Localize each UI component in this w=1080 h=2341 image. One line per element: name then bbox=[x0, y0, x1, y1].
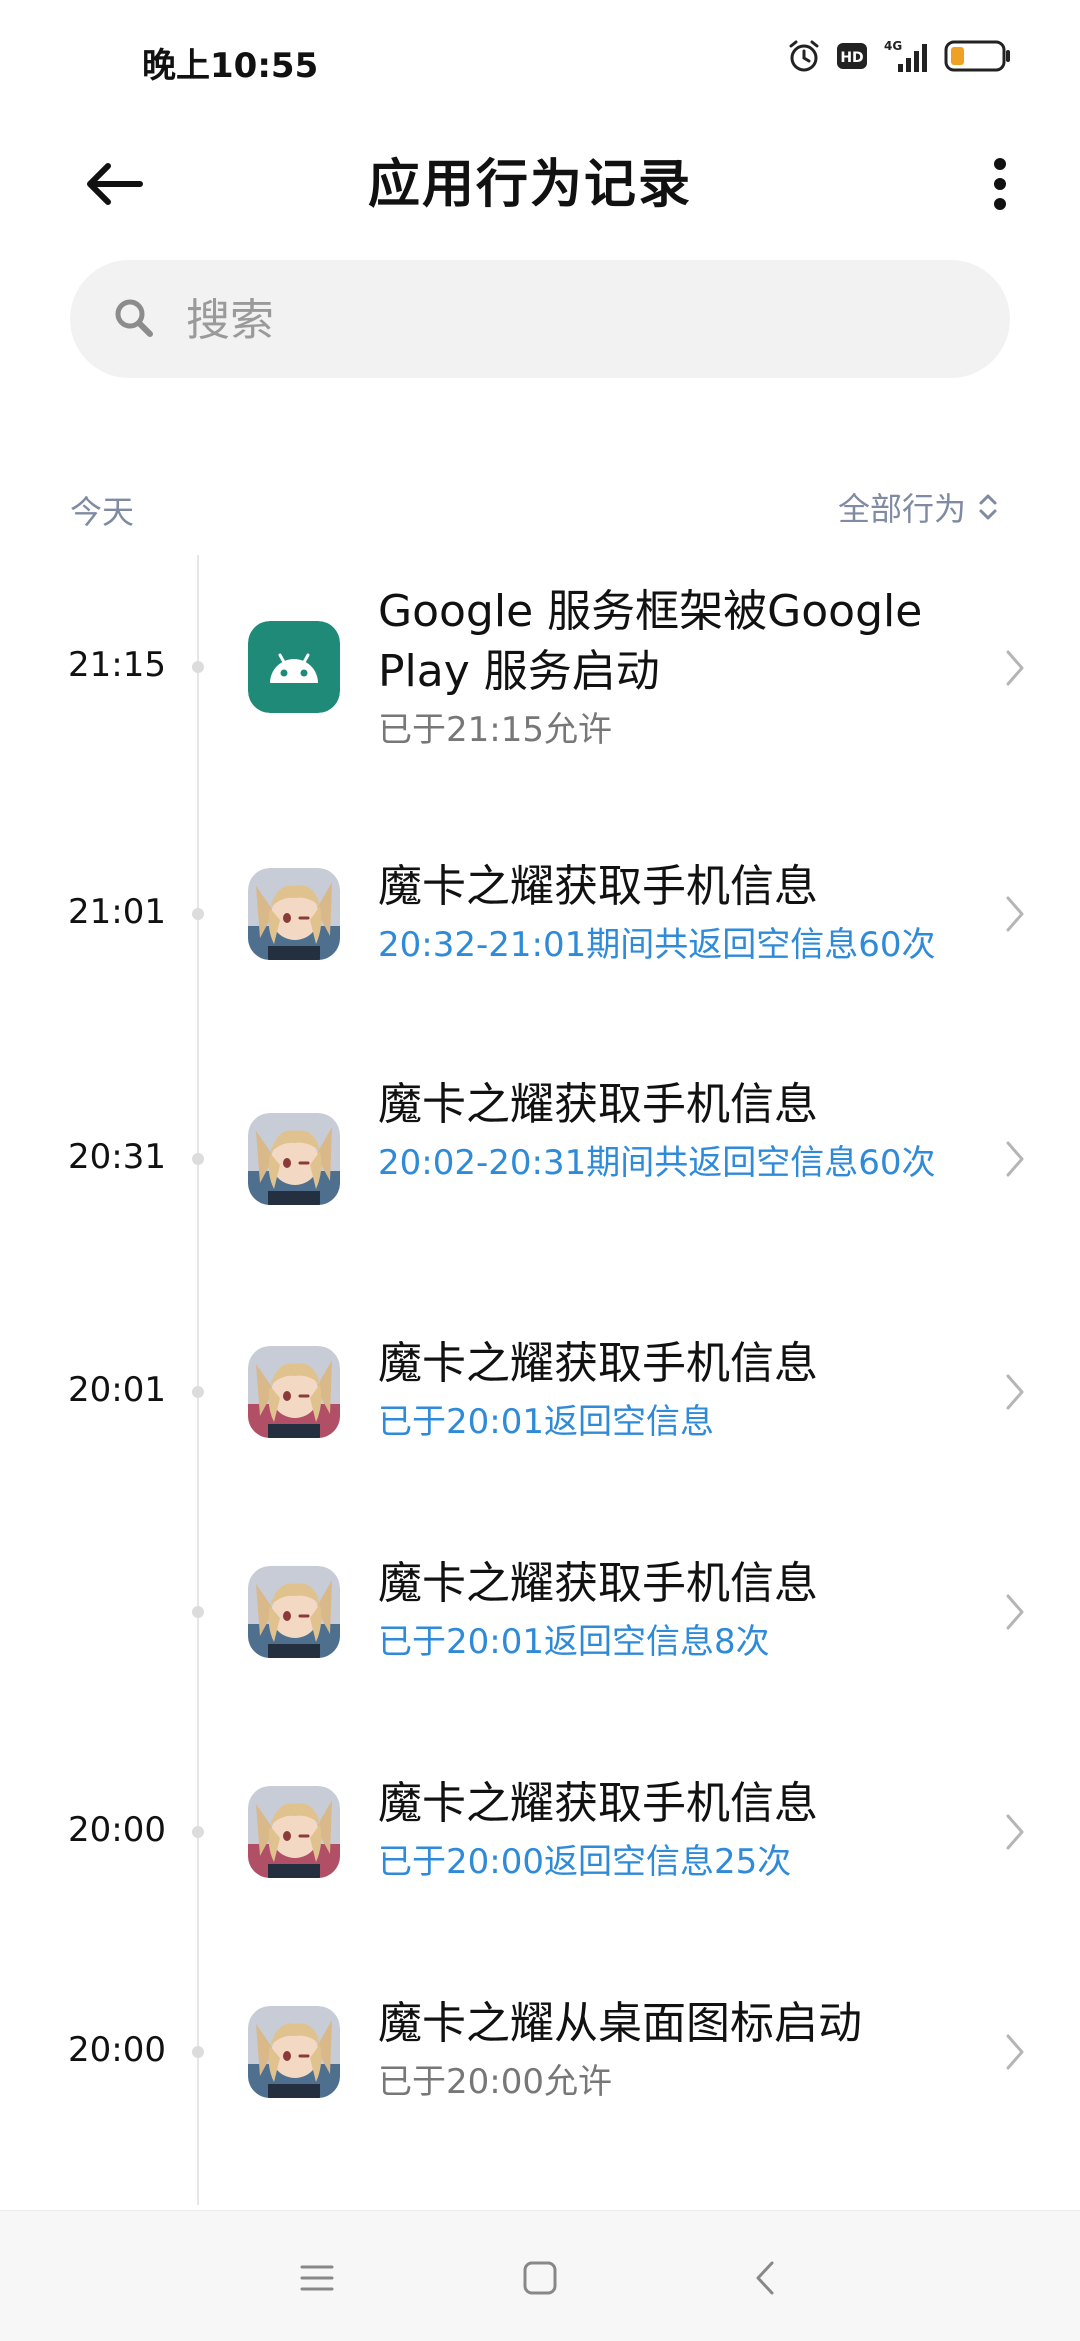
filter-label: 全部行为 bbox=[837, 490, 966, 528]
entry-time: 20:00 bbox=[68, 1810, 166, 1850]
search-input[interactable] bbox=[184, 280, 948, 360]
alarm-icon bbox=[786, 38, 822, 78]
entry-subtitle: 已于20:00返回空信息25次 bbox=[378, 1842, 792, 1882]
entry-title: 魔卡之耀获取手机信息 bbox=[378, 1338, 818, 1389]
chevron-right-icon bbox=[1000, 2030, 1030, 2074]
entry-title: 魔卡之耀获取手机信息 bbox=[378, 1558, 818, 1609]
list-item[interactable]: 20:00 魔卡之耀获取手机信息 已于20:00返回空信息25次 bbox=[0, 1778, 1080, 1910]
home-icon[interactable] bbox=[515, 2253, 565, 2303]
anime-app-icon bbox=[248, 1113, 340, 1205]
timeline-dot bbox=[192, 1826, 204, 1838]
chevron-right-icon bbox=[1000, 892, 1030, 936]
list-item[interactable]: 魔卡之耀获取手机信息 已于20:01返回空信息8次 bbox=[0, 1558, 1080, 1690]
entry-time: 20:01 bbox=[68, 1370, 166, 1410]
entry-subtitle: 已于20:01返回空信息8次 bbox=[378, 1622, 770, 1662]
timeline-dot bbox=[192, 1386, 204, 1398]
entry-text: 魔卡之耀获取手机信息 已于20:01返回空信息 bbox=[378, 1334, 988, 1448]
search-icon bbox=[106, 290, 162, 346]
entry-text: 魔卡之耀获取手机信息 20:02-20:31期间共返回空信息60次 bbox=[378, 1075, 988, 1189]
entry-title: 魔卡之耀获取手机信息 bbox=[378, 1079, 818, 1130]
entry-time: 21:15 bbox=[68, 645, 166, 685]
timeline-dot bbox=[192, 1153, 204, 1165]
timeline-dot bbox=[192, 661, 204, 673]
list-item[interactable]: 20:00 魔卡之耀从桌面图标启动 已于20:00允许 bbox=[0, 1998, 1080, 2130]
more-vertical-icon bbox=[994, 158, 1006, 210]
entry-subtitle: 20:02-20:31期间共返回空信息60次 bbox=[378, 1143, 936, 1183]
entry-title: 魔卡之耀获取手机信息 bbox=[378, 861, 818, 912]
timeline-dot bbox=[192, 2046, 204, 2058]
anime-app-icon bbox=[248, 1786, 340, 1878]
entry-time: 20:31 bbox=[68, 1137, 166, 1177]
entry-time: 21:01 bbox=[68, 892, 166, 932]
chevron-right-icon bbox=[1000, 1810, 1030, 1854]
status-icons: HD 4G bbox=[786, 38, 1012, 78]
battery-low-icon bbox=[944, 39, 1012, 77]
menu-icon[interactable] bbox=[292, 2253, 342, 2303]
chevron-right-icon bbox=[1000, 1370, 1030, 1414]
status-bar: 晚上10:55 HD 4G bbox=[0, 0, 1080, 120]
back-icon[interactable] bbox=[742, 2253, 792, 2303]
entry-title: 魔卡之耀获取手机信息 bbox=[378, 1778, 818, 1829]
network-type: 4G bbox=[884, 39, 902, 53]
entry-subtitle: 已于20:01返回空信息 bbox=[378, 1402, 714, 1442]
chevron-right-icon bbox=[1000, 646, 1030, 690]
entry-time: 20:00 bbox=[68, 2030, 166, 2070]
anime-app-icon bbox=[248, 2006, 340, 2098]
entry-title: 魔卡之耀从桌面图标启动 bbox=[378, 1998, 862, 2049]
entry-subtitle: 20:32-21:01期间共返回空信息60次 bbox=[378, 925, 936, 965]
hd-icon: HD bbox=[836, 41, 868, 75]
signal-4g-icon: 4G bbox=[882, 38, 930, 78]
list-item[interactable]: 20:31 魔卡之耀获取手机信息 20:02-20:31期间共返回空信息60次 bbox=[0, 1075, 1080, 1245]
entry-text: 魔卡之耀从桌面图标启动 已于20:00允许 bbox=[378, 1994, 988, 2108]
android-icon bbox=[248, 621, 340, 713]
entry-title: Google 服务框架被Google Play 服务启动 bbox=[378, 586, 923, 697]
entry-text: 魔卡之耀获取手机信息 20:32-21:01期间共返回空信息60次 bbox=[378, 857, 988, 971]
list-item[interactable]: 21:15 Google 服务框架被Google Play 服务启动 已于21:… bbox=[0, 570, 1080, 770]
entry-text: 魔卡之耀获取手机信息 已于20:01返回空信息8次 bbox=[378, 1554, 988, 1668]
list-item[interactable]: 21:01 魔卡之耀获取手机信息 20:32-21:01期间共返回空信息60次 bbox=[0, 855, 1080, 995]
entry-text: 魔卡之耀获取手机信息 已于20:00返回空信息25次 bbox=[378, 1774, 988, 1888]
timeline-dot bbox=[192, 908, 204, 920]
svg-text:HD: HD bbox=[840, 50, 863, 66]
app-header: 应用行为记录 bbox=[0, 120, 1080, 240]
chevron-right-icon bbox=[1000, 1590, 1030, 1634]
more-options-button[interactable] bbox=[960, 144, 1040, 224]
page-title: 应用行为记录 bbox=[367, 155, 692, 215]
entry-text: Google 服务框架被Google Play 服务启动 已于21:15允许 bbox=[378, 582, 988, 756]
filter-dropdown[interactable]: 全部行为 bbox=[838, 484, 1000, 530]
anime-app-icon bbox=[248, 868, 340, 960]
entry-subtitle: 已于20:00允许 bbox=[378, 2062, 612, 2102]
anime-app-icon bbox=[248, 1346, 340, 1438]
timeline-dot bbox=[192, 1606, 204, 1618]
system-nav-bar bbox=[0, 2210, 1080, 2341]
status-time: 晚上10:55 bbox=[142, 46, 319, 86]
entry-subtitle: 已于21:15允许 bbox=[378, 710, 612, 750]
chevron-right-icon bbox=[1000, 1137, 1030, 1181]
sort-chevron-icon bbox=[979, 494, 997, 520]
day-label: 今天 bbox=[70, 493, 135, 531]
search-bar[interactable] bbox=[70, 260, 1010, 378]
list-item[interactable]: 20:01 魔卡之耀获取手机信息 已于20:01返回空信息 bbox=[0, 1338, 1080, 1470]
anime-app-icon bbox=[248, 1566, 340, 1658]
